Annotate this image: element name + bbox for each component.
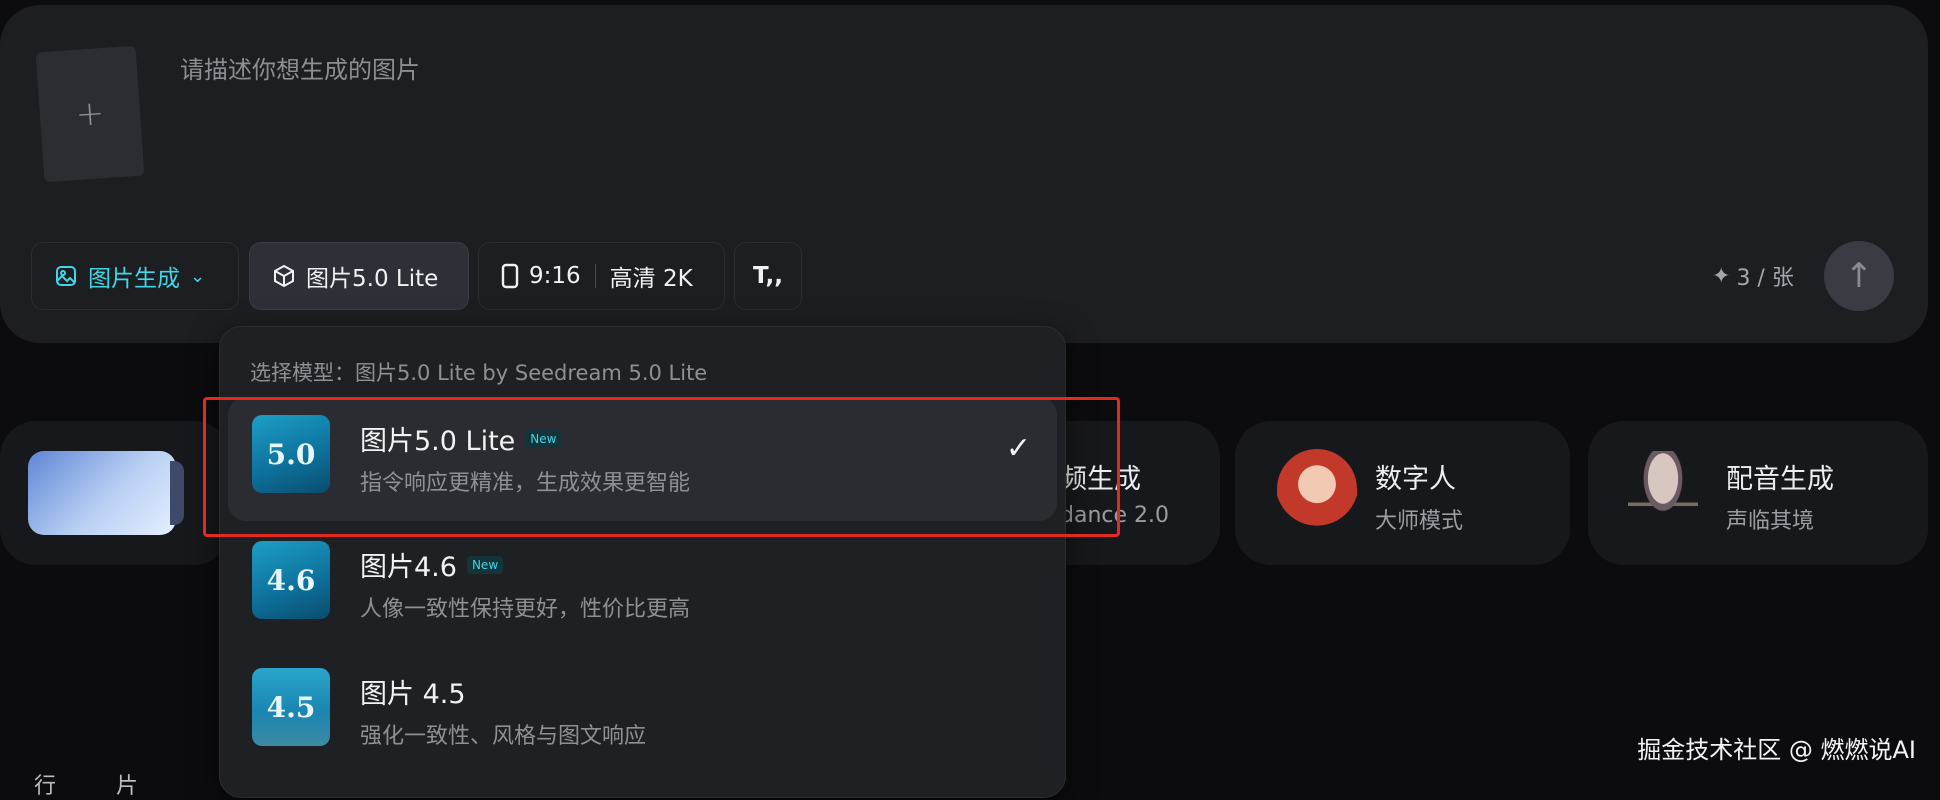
checkmark-icon: ✓: [1005, 431, 1031, 466]
model-dropdown: 选择模型：图片5.0 Lite by Seedream 5.0 Lite 5.0…: [219, 326, 1066, 798]
send-button[interactable]: ↑: [1824, 241, 1894, 311]
model-thumbnail: 5.0: [252, 415, 330, 493]
card-title: 频生成: [1060, 464, 1141, 495]
chevron-down-icon: ⌄: [190, 265, 206, 287]
model-name-row: 图片4.6 New: [360, 545, 504, 584]
text-style-icon: T,,: [753, 263, 783, 289]
cost-label: 3 / 张: [1736, 266, 1794, 291]
card-subtitle: 声临其境: [1726, 509, 1815, 534]
card-subtitle: 大师模式: [1375, 509, 1464, 534]
mode-selector[interactable]: 图片生成 ⌄: [31, 242, 239, 310]
feature-card-pegasus[interactable]: [0, 421, 230, 565]
card-title: 数字人: [1375, 464, 1456, 495]
ratio-label: 9:16: [529, 263, 581, 289]
text-style-button[interactable]: T,,: [734, 242, 802, 310]
arrow-up-icon: ↑: [1844, 256, 1874, 296]
microphone-image: [1628, 451, 1698, 537]
model-selector[interactable]: 图片5.0 Lite: [249, 242, 469, 310]
image-icon: [56, 266, 76, 286]
watermark: 掘金技术社区 @ 燃燃说AI: [1637, 736, 1916, 764]
model-option-4-5[interactable]: 4.5 图片 4.5 强化一致性、风格与图文响应: [228, 650, 1057, 774]
model-description: 指令响应更精准，生成效果更智能: [360, 471, 691, 496]
model-thumbnail: 4.6: [252, 541, 330, 619]
model-description: 强化一致性、风格与图文响应: [360, 724, 647, 749]
model-name: 图片 4.5: [360, 679, 466, 710]
sparkle-icon: ✦: [1712, 263, 1731, 289]
new-badge: New: [525, 429, 562, 448]
quality-label: 高清 2K: [609, 266, 693, 292]
pegasus-image: [28, 451, 184, 535]
feature-card-dubbing[interactable]: 配音生成 声临其境: [1588, 421, 1928, 565]
model-name-row: 图片 4.5: [360, 672, 466, 711]
model-option-4-6[interactable]: 4.6 图片4.6 New 人像一致性保持更好，性价比更高: [228, 523, 1057, 647]
model-option-5-0-lite[interactable]: 5.0 图片5.0 Lite New 指令响应更精准，生成效果更智能 ✓: [228, 397, 1057, 521]
reference-image-upload[interactable]: +: [35, 45, 145, 183]
credit-cost: ✦ 3 / 张: [1712, 260, 1794, 292]
model-description: 人像一致性保持更好，性价比更高: [360, 597, 691, 622]
dropdown-header: 选择模型：图片5.0 Lite by Seedream 5.0 Lite: [250, 361, 708, 385]
cube-icon: [274, 264, 294, 288]
model-name: 图片4.6: [360, 552, 457, 583]
portrait-ratio-icon: [501, 263, 519, 289]
divider: [594, 264, 596, 288]
card-subtitle: dance 2.0: [1060, 503, 1170, 528]
ratio-quality-selector[interactable]: 9:16 高清 2K: [478, 242, 725, 310]
new-badge: New: [466, 555, 504, 574]
plus-icon: +: [74, 93, 106, 135]
card-title: 配音生成: [1726, 464, 1834, 495]
model-thumbnail: 4.5: [252, 668, 330, 746]
model-name: 图片5.0 Lite: [360, 426, 516, 457]
prompt-input[interactable]: [178, 49, 1682, 91]
model-label: 图片5.0 Lite: [306, 266, 439, 292]
mode-label: 图片生成: [88, 266, 180, 292]
model-name-row: 图片5.0 Lite New: [360, 419, 562, 458]
feature-card-digital-human[interactable]: 数字人 大师模式: [1235, 421, 1570, 565]
digital-human-avatar: [1277, 449, 1357, 537]
